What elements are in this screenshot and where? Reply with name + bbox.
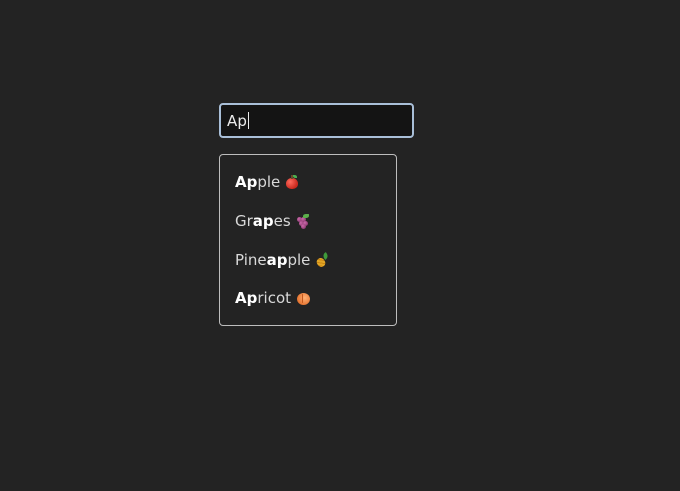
suggestion-apple[interactable]: Ap ple: [220, 163, 396, 202]
suggestion-text: ricot: [257, 289, 291, 308]
peach-icon: [296, 291, 310, 306]
suggestion-text: es: [273, 212, 291, 231]
pineapple-icon: [315, 251, 330, 269]
suggestion-text: ple: [287, 250, 311, 269]
grapes-icon: [296, 214, 310, 230]
red-apple-icon: [285, 175, 299, 190]
suggestion-text: Pine: [235, 250, 267, 269]
search-input-value: Ap: [227, 111, 247, 130]
suggestion-match: Ap: [235, 173, 258, 192]
suggestion-match: ap: [266, 250, 288, 269]
autocomplete-dropdown: Ap ple Gr ap es Pine ap ple Ap ricot: [219, 154, 397, 326]
text-caret: [247, 112, 249, 129]
suggestion-match: Ap: [235, 289, 258, 308]
suggestion-text: ple: [257, 173, 281, 192]
suggestion-apricot[interactable]: Ap ricot: [220, 279, 396, 318]
suggestion-grapes[interactable]: Gr ap es: [220, 202, 396, 241]
suggestion-match: ap: [252, 212, 274, 231]
suggestion-pineapple[interactable]: Pine ap ple: [220, 240, 396, 279]
suggestion-text: Gr: [235, 212, 253, 231]
search-input[interactable]: Ap: [219, 103, 414, 138]
